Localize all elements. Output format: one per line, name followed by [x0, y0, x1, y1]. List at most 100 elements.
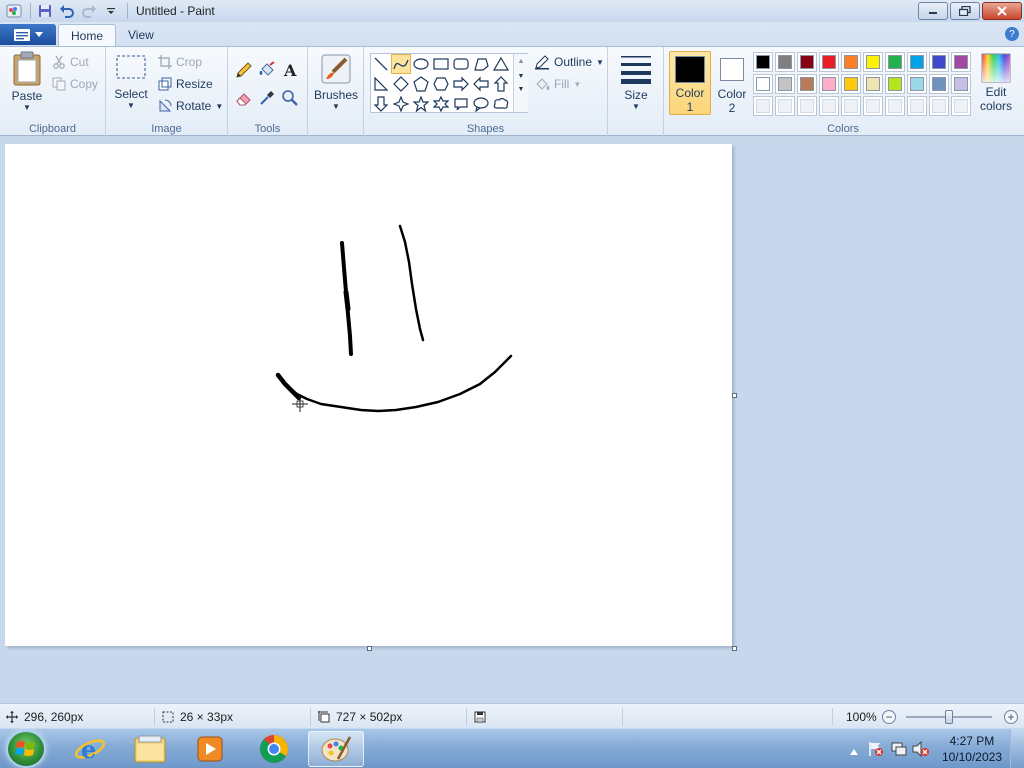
- network-icon[interactable]: [891, 741, 907, 760]
- palette-empty-swatch[interactable]: [841, 96, 861, 116]
- rounded-rectangle-shape-icon[interactable]: [451, 54, 471, 74]
- action-center-flag-icon[interactable]: [868, 741, 884, 760]
- fill-button[interactable]: Fill ▼: [534, 74, 581, 94]
- palette-empty-swatch[interactable]: [775, 96, 795, 116]
- pencil-icon[interactable]: [233, 59, 255, 81]
- canvas-resize-handle-right[interactable]: [732, 393, 737, 398]
- close-button[interactable]: [982, 2, 1022, 20]
- palette-color-swatch[interactable]: [819, 74, 839, 94]
- palette-color-swatch[interactable]: [885, 74, 905, 94]
- file-explorer-icon[interactable]: [122, 731, 178, 767]
- copy-button[interactable]: Copy: [52, 74, 98, 94]
- color-picker-icon[interactable]: [256, 87, 278, 109]
- volume-muted-icon[interactable]: [912, 740, 930, 760]
- cut-button[interactable]: Cut: [52, 52, 89, 72]
- left-arrow-shape-icon[interactable]: [471, 74, 491, 94]
- palette-color-swatch[interactable]: [753, 74, 773, 94]
- brushes-button[interactable]: Brushes ▼: [314, 53, 358, 111]
- color2-button[interactable]: Color 2: [711, 51, 753, 115]
- chevron-up-icon[interactable]: ▲: [514, 58, 528, 65]
- down-arrow-shape-icon[interactable]: [371, 94, 391, 114]
- right-arrow-shape-icon[interactable]: [451, 74, 471, 94]
- palette-color-swatch[interactable]: [929, 74, 949, 94]
- polygon-shape-icon[interactable]: [471, 54, 491, 74]
- drawing-canvas[interactable]: [5, 144, 732, 646]
- hexagon-shape-icon[interactable]: [431, 74, 451, 94]
- line-shape-icon[interactable]: [371, 54, 391, 74]
- right-triangle-shape-icon[interactable]: [371, 74, 391, 94]
- select-button[interactable]: Select ▼: [112, 53, 150, 110]
- rectangle-shape-icon[interactable]: [431, 54, 451, 74]
- zoom-slider-thumb[interactable]: [945, 710, 953, 724]
- paint-menu-button[interactable]: [0, 24, 56, 45]
- start-button[interactable]: [6, 730, 46, 768]
- palette-color-swatch[interactable]: [951, 74, 971, 94]
- zoom-out-button[interactable]: −: [882, 710, 896, 724]
- palette-color-swatch[interactable]: [797, 52, 817, 72]
- palette-empty-swatch[interactable]: [797, 96, 817, 116]
- show-hidden-icons-button[interactable]: [850, 744, 858, 758]
- five-point-star-shape-icon[interactable]: [411, 94, 431, 114]
- palette-empty-swatch[interactable]: [885, 96, 905, 116]
- customize-dropdown-icon[interactable]: [101, 2, 121, 20]
- internet-explorer-icon[interactable]: e: [62, 731, 118, 767]
- text-icon[interactable]: A: [279, 59, 301, 81]
- oval-callout-shape-icon[interactable]: [471, 94, 491, 114]
- paint-logo-icon[interactable]: [4, 2, 24, 20]
- shapes-scrollbar[interactable]: ▲ ▼ ▼: [513, 54, 528, 112]
- eraser-icon[interactable]: [233, 87, 255, 109]
- oval-shape-icon[interactable]: [411, 54, 431, 74]
- outline-button[interactable]: Outline ▼: [534, 52, 604, 72]
- palette-empty-swatch[interactable]: [819, 96, 839, 116]
- pentagon-shape-icon[interactable]: [411, 74, 431, 94]
- rounded-callout-shape-icon[interactable]: [451, 94, 471, 114]
- palette-color-swatch[interactable]: [775, 52, 795, 72]
- magnifier-icon[interactable]: [279, 87, 301, 109]
- restore-button[interactable]: [950, 2, 980, 20]
- chrome-icon[interactable]: [246, 731, 302, 767]
- canvas-resize-handle-corner[interactable]: [732, 646, 737, 651]
- canvas-resize-handle-bottom[interactable]: [367, 646, 372, 651]
- cloud-callout-shape-icon[interactable]: [491, 94, 511, 114]
- palette-color-swatch[interactable]: [907, 52, 927, 72]
- palette-color-swatch[interactable]: [819, 52, 839, 72]
- palette-color-swatch[interactable]: [841, 74, 861, 94]
- minimize-button[interactable]: [918, 2, 948, 20]
- media-player-icon[interactable]: [182, 731, 238, 767]
- palette-empty-swatch[interactable]: [929, 96, 949, 116]
- resize-button[interactable]: Resize: [158, 74, 213, 94]
- four-point-star-shape-icon[interactable]: [391, 94, 411, 114]
- palette-color-swatch[interactable]: [841, 52, 861, 72]
- show-desktop-button[interactable]: [1010, 729, 1024, 768]
- palette-color-swatch[interactable]: [929, 52, 949, 72]
- palette-empty-swatch[interactable]: [753, 96, 773, 116]
- palette-color-swatch[interactable]: [797, 74, 817, 94]
- expand-gallery-icon[interactable]: ▼: [514, 86, 528, 93]
- palette-color-swatch[interactable]: [863, 74, 883, 94]
- up-arrow-shape-icon[interactable]: [491, 74, 511, 94]
- chevron-down-icon[interactable]: ▼: [514, 73, 528, 80]
- crop-button[interactable]: Crop: [158, 52, 202, 72]
- fill-bucket-icon[interactable]: [256, 59, 278, 81]
- diamond-shape-icon[interactable]: [391, 74, 411, 94]
- help-icon[interactable]: ?: [1005, 27, 1019, 41]
- save-icon[interactable]: [35, 2, 55, 20]
- paint-icon[interactable]: [308, 731, 364, 767]
- edit-colors-button[interactable]: Edit colors: [974, 53, 1018, 113]
- triangle-shape-icon[interactable]: [491, 54, 511, 74]
- palette-color-swatch[interactable]: [907, 74, 927, 94]
- clock[interactable]: 4:27 PM 10/10/2023: [942, 733, 1002, 765]
- redo-icon[interactable]: [79, 2, 99, 20]
- palette-color-swatch[interactable]: [863, 52, 883, 72]
- tab-home[interactable]: Home: [58, 24, 117, 46]
- palette-empty-swatch[interactable]: [863, 96, 883, 116]
- palette-color-swatch[interactable]: [951, 52, 971, 72]
- size-button[interactable]: Size ▼: [616, 53, 656, 111]
- rotate-button[interactable]: Rotate ▼: [158, 96, 223, 116]
- palette-color-swatch[interactable]: [885, 52, 905, 72]
- zoom-in-button[interactable]: +: [1004, 710, 1018, 724]
- tab-view[interactable]: View: [116, 24, 166, 46]
- palette-color-swatch[interactable]: [775, 74, 795, 94]
- palette-empty-swatch[interactable]: [951, 96, 971, 116]
- palette-color-swatch[interactable]: [753, 52, 773, 72]
